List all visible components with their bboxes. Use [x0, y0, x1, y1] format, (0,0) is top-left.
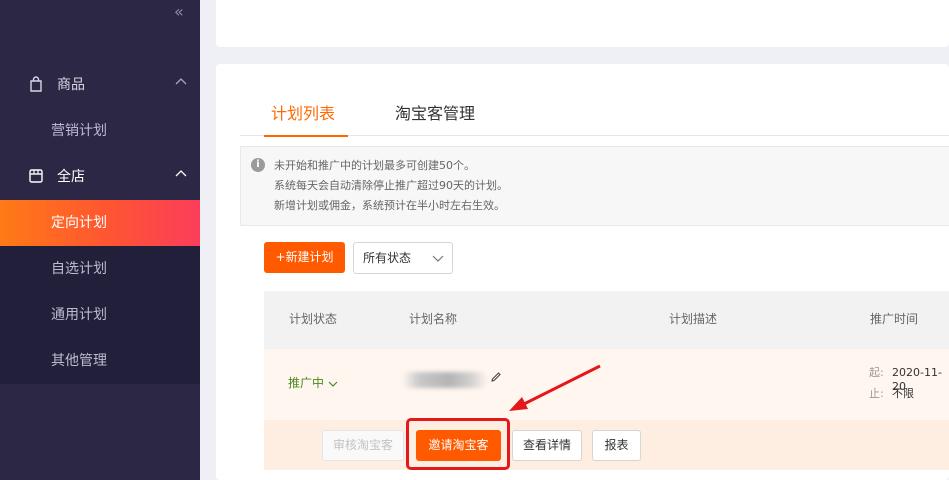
chevron-down-icon — [328, 381, 338, 387]
new-plan-button[interactable]: +新建计划 — [264, 242, 345, 273]
store-icon — [29, 169, 43, 183]
notice-box: i 未开始和推广中的计划最多可创建50个。 系统每天会自动清除停止推广超过90天… — [240, 146, 949, 226]
highlight-box — [406, 418, 510, 470]
status-filter-value: 所有状态 — [363, 251, 412, 265]
notice-line: 未开始和推广中的计划最多可创建50个。 — [274, 159, 475, 172]
active-tab-indicator — [264, 135, 348, 137]
column-header-description: 计划描述 — [669, 312, 718, 326]
column-header-name: 计划名称 — [409, 312, 458, 326]
chevron-up-icon — [175, 78, 187, 85]
plan-status-dropdown[interactable]: 推广中 — [288, 376, 338, 391]
tab-bar: 计划列表 淘宝客管理 — [240, 92, 949, 137]
sidebar-item-label: 定向计划 — [51, 215, 107, 231]
column-header-status: 计划状态 — [289, 312, 338, 326]
header-card — [216, 0, 949, 47]
main-card: 计划列表 淘宝客管理 i 未开始和推广中的计划最多可创建50个。 系统每天会自动… — [216, 64, 949, 480]
end-time-label: 止: — [869, 387, 884, 400]
notice-line: 系统每天会自动清除停止推广超过90天的计划。 — [274, 179, 508, 192]
end-time-value: 不限 — [892, 387, 914, 400]
table-row: 推广中 起: 2020-11-20 止: 不限 — [264, 349, 949, 420]
chevron-down-icon — [432, 255, 444, 262]
sidebar-group-products[interactable]: 商品 — [0, 62, 200, 108]
sidebar-item-marketing-plan[interactable]: 营销计划 — [0, 108, 200, 154]
sidebar-item-label: 自选计划 — [51, 261, 107, 277]
sidebar-item-targeted-plan[interactable]: 定向计划 — [0, 200, 200, 246]
report-button[interactable]: 报表 — [592, 430, 641, 461]
sidebar-item-label: 其他管理 — [51, 353, 107, 369]
tab-plan-list[interactable]: 计划列表 — [271, 104, 335, 124]
edit-icon[interactable] — [490, 371, 502, 383]
plan-name-redacted — [402, 372, 488, 388]
start-time-label: 起: — [869, 366, 884, 379]
notice-line: 新增计划或佣金，系统预计在半小时左右生效。 — [274, 199, 505, 212]
sidebar-item-other-management[interactable]: 其他管理 — [0, 338, 200, 384]
info-icon: i — [251, 158, 265, 172]
table-header: 计划状态 计划名称 计划描述 推广时间 — [264, 291, 949, 349]
sidebar-item-label: 营销计划 — [51, 123, 107, 139]
sidebar: « 商品 营销计划 全店 定向计划 自选计划 通用计划 其他管理 — [0, 0, 200, 480]
sidebar-group-store[interactable]: 全店 — [0, 154, 200, 200]
sidebar-item-label: 通用计划 — [51, 307, 107, 323]
chevron-up-icon — [175, 170, 187, 177]
sidebar-group-label: 全店 — [57, 169, 85, 185]
status-filter-select[interactable]: 所有状态 — [353, 242, 453, 274]
tab-taobaoke-management[interactable]: 淘宝客管理 — [395, 104, 475, 124]
plan-status-value: 推广中 — [288, 376, 325, 390]
bag-icon — [30, 76, 42, 92]
sidebar-item-general-plan[interactable]: 通用计划 — [0, 292, 200, 338]
review-taobaoke-button[interactable]: 审核淘宝客 — [322, 430, 404, 461]
sidebar-group-label: 商品 — [57, 77, 85, 93]
view-details-button[interactable]: 查看详情 — [512, 430, 582, 461]
sidebar-item-custom-plan[interactable]: 自选计划 — [0, 246, 200, 292]
double-chevron-left-icon[interactable]: « — [174, 3, 184, 21]
row-actions: 审核淘宝客 邀请淘宝客 查看详情 报表 — [264, 420, 949, 470]
column-header-promotion-time: 推广时间 — [870, 312, 919, 326]
